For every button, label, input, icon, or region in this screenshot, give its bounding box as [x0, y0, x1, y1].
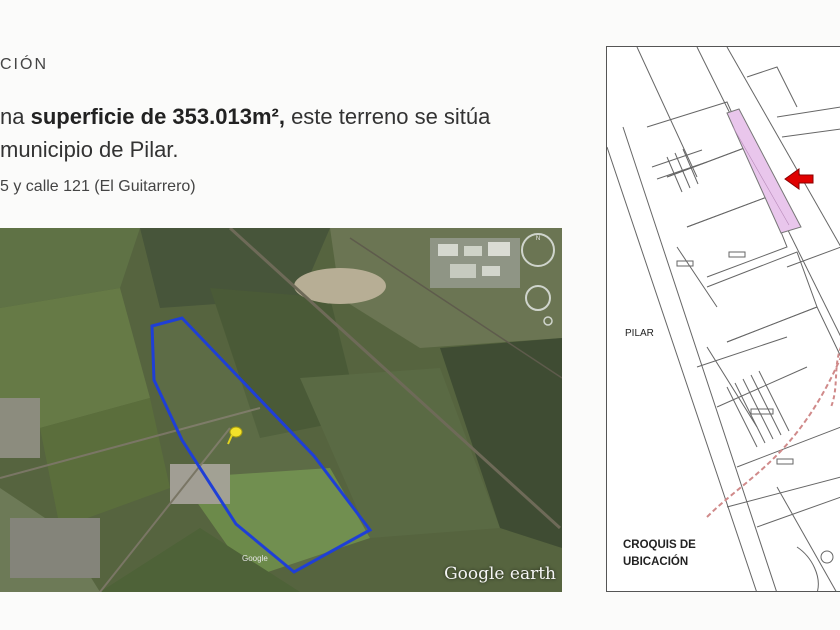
locality-label: PILAR [625, 328, 654, 339]
caption-line-1: CROQUIS DE [623, 539, 696, 551]
surface-area: superficie de 353.013m², [30, 104, 292, 129]
caption-line-2: UBICACIÓN [623, 556, 689, 568]
location-sketch-map: PILAR CROQUIS DE UBICACIÓN [606, 46, 840, 592]
municipality-text: municipio de Pilar. [0, 137, 179, 162]
aerial-satellite-map[interactable]: N Google Google earth [0, 228, 562, 592]
section-heading: CIÓN [0, 56, 48, 73]
google-earth-watermark: Google earth [444, 564, 556, 584]
property-address: 5 y calle 121 (El Guitarrero) [0, 178, 196, 195]
highlighted-parcel [726, 108, 802, 234]
satellite-image: N [0, 228, 562, 592]
sketch-caption: CROQUIS DE UBICACIÓN [623, 537, 733, 571]
location-arrow-icon [784, 168, 814, 190]
description-prefix: na [0, 104, 31, 129]
google-credit: Google [242, 554, 268, 563]
sketch-drawing [607, 47, 840, 591]
property-description: na superficie de 353.013m², este terreno… [0, 100, 590, 166]
compass-north-label: N [536, 236, 540, 242]
description-suffix: este terreno se sitúa [291, 104, 491, 129]
